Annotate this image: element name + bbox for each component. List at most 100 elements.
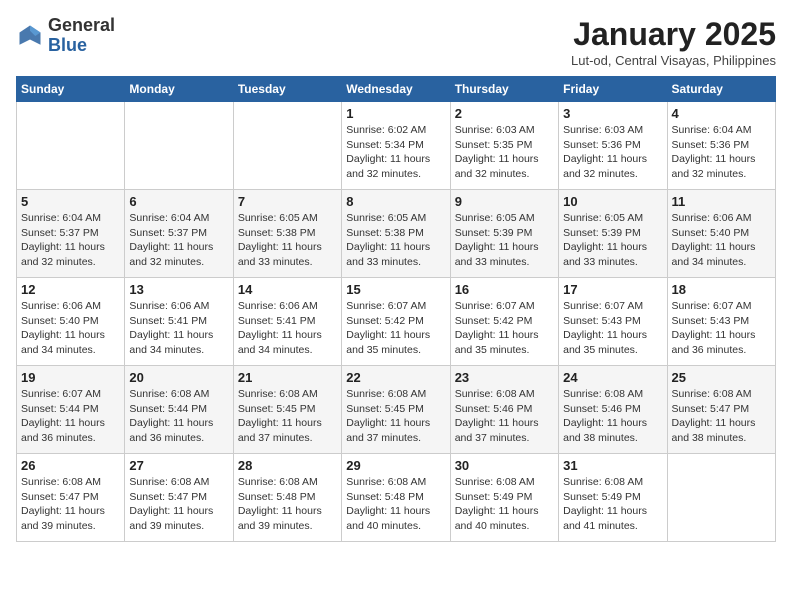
day-number: 21 bbox=[238, 370, 337, 385]
day-info: Sunrise: 6:04 AM Sunset: 5:36 PM Dayligh… bbox=[672, 123, 771, 182]
calendar-cell: 11 Sunrise: 6:06 AM Sunset: 5:40 PM Dayli… bbox=[667, 190, 775, 278]
calendar-cell: 13 Sunrise: 6:06 AM Sunset: 5:41 PM Dayli… bbox=[125, 278, 233, 366]
calendar-cell: 1 Sunrise: 6:02 AM Sunset: 5:34 PM Daylig… bbox=[342, 102, 450, 190]
calendar-cell: 4 Sunrise: 6:04 AM Sunset: 5:36 PM Daylig… bbox=[667, 102, 775, 190]
day-number: 11 bbox=[672, 194, 771, 209]
day-info: Sunrise: 6:08 AM Sunset: 5:46 PM Dayligh… bbox=[563, 387, 662, 446]
calendar-cell bbox=[17, 102, 125, 190]
day-info: Sunrise: 6:02 AM Sunset: 5:34 PM Dayligh… bbox=[346, 123, 445, 182]
day-info: Sunrise: 6:04 AM Sunset: 5:37 PM Dayligh… bbox=[21, 211, 120, 270]
calendar-week-4: 19Sunrise: 6:07 AM Sunset: 5:44 PM Dayli… bbox=[17, 366, 776, 454]
calendar-cell: 2 Sunrise: 6:03 AM Sunset: 5:35 PM Daylig… bbox=[450, 102, 558, 190]
calendar-cell: 26Sunrise: 6:08 AM Sunset: 5:47 PM Dayli… bbox=[17, 454, 125, 542]
day-info: Sunrise: 6:06 AM Sunset: 5:40 PM Dayligh… bbox=[672, 211, 771, 270]
calendar-cell: 30Sunrise: 6:08 AM Sunset: 5:49 PM Dayli… bbox=[450, 454, 558, 542]
day-number: 10 bbox=[563, 194, 662, 209]
day-number: 2 bbox=[455, 106, 554, 121]
calendar-cell: 22 Sunrise: 6:08 AM Sunset: 5:45 PM Dayli… bbox=[342, 366, 450, 454]
day-info: Sunrise: 6:07 AM Sunset: 5:43 PM Dayligh… bbox=[672, 299, 771, 358]
day-info: Sunrise: 6:08 AM Sunset: 5:47 PM Dayligh… bbox=[129, 475, 228, 534]
calendar-cell: 14 Sunrise: 6:06 AM Sunset: 5:41 PM Dayli… bbox=[233, 278, 341, 366]
calendar-cell: 9 Sunrise: 6:05 AM Sunset: 5:39 PM Daylig… bbox=[450, 190, 558, 278]
calendar-cell: 16 Sunrise: 6:07 AM Sunset: 5:42 PM Dayli… bbox=[450, 278, 558, 366]
day-number: 18 bbox=[672, 282, 771, 297]
calendar-cell: 6Sunrise: 6:04 AM Sunset: 5:37 PM Daylig… bbox=[125, 190, 233, 278]
day-info: Sunrise: 6:06 AM Sunset: 5:41 PM Dayligh… bbox=[129, 299, 228, 358]
day-info: Sunrise: 6:08 AM Sunset: 5:48 PM Dayligh… bbox=[238, 475, 337, 534]
day-header-friday: Friday bbox=[559, 77, 667, 102]
calendar-cell: 31 Sunrise: 6:08 AM Sunset: 5:49 PM Dayli… bbox=[559, 454, 667, 542]
calendar-cell: 15Sunrise: 6:07 AM Sunset: 5:42 PM Dayli… bbox=[342, 278, 450, 366]
calendar-cell: 5Sunrise: 6:04 AM Sunset: 5:37 PM Daylig… bbox=[17, 190, 125, 278]
logo-icon bbox=[16, 22, 44, 50]
calendar-cell: 21 Sunrise: 6:08 AM Sunset: 5:45 PM Dayli… bbox=[233, 366, 341, 454]
day-number: 25 bbox=[672, 370, 771, 385]
day-number: 3 bbox=[563, 106, 662, 121]
calendar-cell: 20Sunrise: 6:08 AM Sunset: 5:44 PM Dayli… bbox=[125, 366, 233, 454]
day-number: 9 bbox=[455, 194, 554, 209]
calendar-cell: 23Sunrise: 6:08 AM Sunset: 5:46 PM Dayli… bbox=[450, 366, 558, 454]
calendar-cell: 29 Sunrise: 6:08 AM Sunset: 5:48 PM Dayli… bbox=[342, 454, 450, 542]
day-number: 14 bbox=[238, 282, 337, 297]
day-number: 16 bbox=[455, 282, 554, 297]
title-block: January 2025 Lut-od, Central Visayas, Ph… bbox=[571, 16, 776, 68]
calendar-cell: 27 Sunrise: 6:08 AM Sunset: 5:47 PM Dayli… bbox=[125, 454, 233, 542]
calendar-cell: 8 Sunrise: 6:05 AM Sunset: 5:38 PM Daylig… bbox=[342, 190, 450, 278]
calendar-week-5: 26Sunrise: 6:08 AM Sunset: 5:47 PM Dayli… bbox=[17, 454, 776, 542]
day-number: 4 bbox=[672, 106, 771, 121]
day-info: Sunrise: 6:07 AM Sunset: 5:42 PM Dayligh… bbox=[455, 299, 554, 358]
calendar-cell bbox=[667, 454, 775, 542]
location-subtitle: Lut-od, Central Visayas, Philippines bbox=[571, 53, 776, 68]
calendar-cell: 17Sunrise: 6:07 AM Sunset: 5:43 PM Dayli… bbox=[559, 278, 667, 366]
day-info: Sunrise: 6:03 AM Sunset: 5:36 PM Dayligh… bbox=[563, 123, 662, 182]
calendar-week-2: 5Sunrise: 6:04 AM Sunset: 5:37 PM Daylig… bbox=[17, 190, 776, 278]
month-title: January 2025 bbox=[571, 16, 776, 53]
day-info: Sunrise: 6:06 AM Sunset: 5:41 PM Dayligh… bbox=[238, 299, 337, 358]
logo-general-text: General bbox=[48, 15, 115, 35]
calendar-cell: 12Sunrise: 6:06 AM Sunset: 5:40 PM Dayli… bbox=[17, 278, 125, 366]
day-info: Sunrise: 6:08 AM Sunset: 5:49 PM Dayligh… bbox=[455, 475, 554, 534]
calendar-cell: 24 Sunrise: 6:08 AM Sunset: 5:46 PM Dayli… bbox=[559, 366, 667, 454]
calendar-week-1: 1 Sunrise: 6:02 AM Sunset: 5:34 PM Daylig… bbox=[17, 102, 776, 190]
day-info: Sunrise: 6:07 AM Sunset: 5:44 PM Dayligh… bbox=[21, 387, 120, 446]
day-info: Sunrise: 6:07 AM Sunset: 5:43 PM Dayligh… bbox=[563, 299, 662, 358]
day-number: 27 bbox=[129, 458, 228, 473]
day-info: Sunrise: 6:08 AM Sunset: 5:45 PM Dayligh… bbox=[238, 387, 337, 446]
day-header-tuesday: Tuesday bbox=[233, 77, 341, 102]
day-info: Sunrise: 6:07 AM Sunset: 5:42 PM Dayligh… bbox=[346, 299, 445, 358]
day-info: Sunrise: 6:08 AM Sunset: 5:45 PM Dayligh… bbox=[346, 387, 445, 446]
day-number: 24 bbox=[563, 370, 662, 385]
day-info: Sunrise: 6:06 AM Sunset: 5:40 PM Dayligh… bbox=[21, 299, 120, 358]
day-header-saturday: Saturday bbox=[667, 77, 775, 102]
calendar-cell: 25 Sunrise: 6:08 AM Sunset: 5:47 PM Dayli… bbox=[667, 366, 775, 454]
day-info: Sunrise: 6:05 AM Sunset: 5:39 PM Dayligh… bbox=[563, 211, 662, 270]
day-header-monday: Monday bbox=[125, 77, 233, 102]
day-info: Sunrise: 6:05 AM Sunset: 5:38 PM Dayligh… bbox=[346, 211, 445, 270]
day-info: Sunrise: 6:04 AM Sunset: 5:37 PM Dayligh… bbox=[129, 211, 228, 270]
day-info: Sunrise: 6:08 AM Sunset: 5:49 PM Dayligh… bbox=[563, 475, 662, 534]
calendar-table: SundayMondayTuesdayWednesdayThursdayFrid… bbox=[16, 76, 776, 542]
logo-blue-text: Blue bbox=[48, 35, 87, 55]
logo: General Blue bbox=[16, 16, 115, 56]
day-number: 22 bbox=[346, 370, 445, 385]
day-number: 29 bbox=[346, 458, 445, 473]
day-number: 13 bbox=[129, 282, 228, 297]
calendar-cell bbox=[125, 102, 233, 190]
day-number: 20 bbox=[129, 370, 228, 385]
day-header-sunday: Sunday bbox=[17, 77, 125, 102]
day-number: 1 bbox=[346, 106, 445, 121]
day-info: Sunrise: 6:08 AM Sunset: 5:47 PM Dayligh… bbox=[672, 387, 771, 446]
day-info: Sunrise: 6:08 AM Sunset: 5:47 PM Dayligh… bbox=[21, 475, 120, 534]
day-header-wednesday: Wednesday bbox=[342, 77, 450, 102]
day-number: 31 bbox=[563, 458, 662, 473]
day-number: 23 bbox=[455, 370, 554, 385]
day-number: 8 bbox=[346, 194, 445, 209]
calendar-cell: 7 Sunrise: 6:05 AM Sunset: 5:38 PM Daylig… bbox=[233, 190, 341, 278]
calendar-week-3: 12Sunrise: 6:06 AM Sunset: 5:40 PM Dayli… bbox=[17, 278, 776, 366]
day-number: 7 bbox=[238, 194, 337, 209]
day-info: Sunrise: 6:08 AM Sunset: 5:48 PM Dayligh… bbox=[346, 475, 445, 534]
page-header: General Blue January 2025 Lut-od, Centra… bbox=[16, 16, 776, 68]
day-info: Sunrise: 6:03 AM Sunset: 5:35 PM Dayligh… bbox=[455, 123, 554, 182]
day-info: Sunrise: 6:05 AM Sunset: 5:38 PM Dayligh… bbox=[238, 211, 337, 270]
day-info: Sunrise: 6:05 AM Sunset: 5:39 PM Dayligh… bbox=[455, 211, 554, 270]
